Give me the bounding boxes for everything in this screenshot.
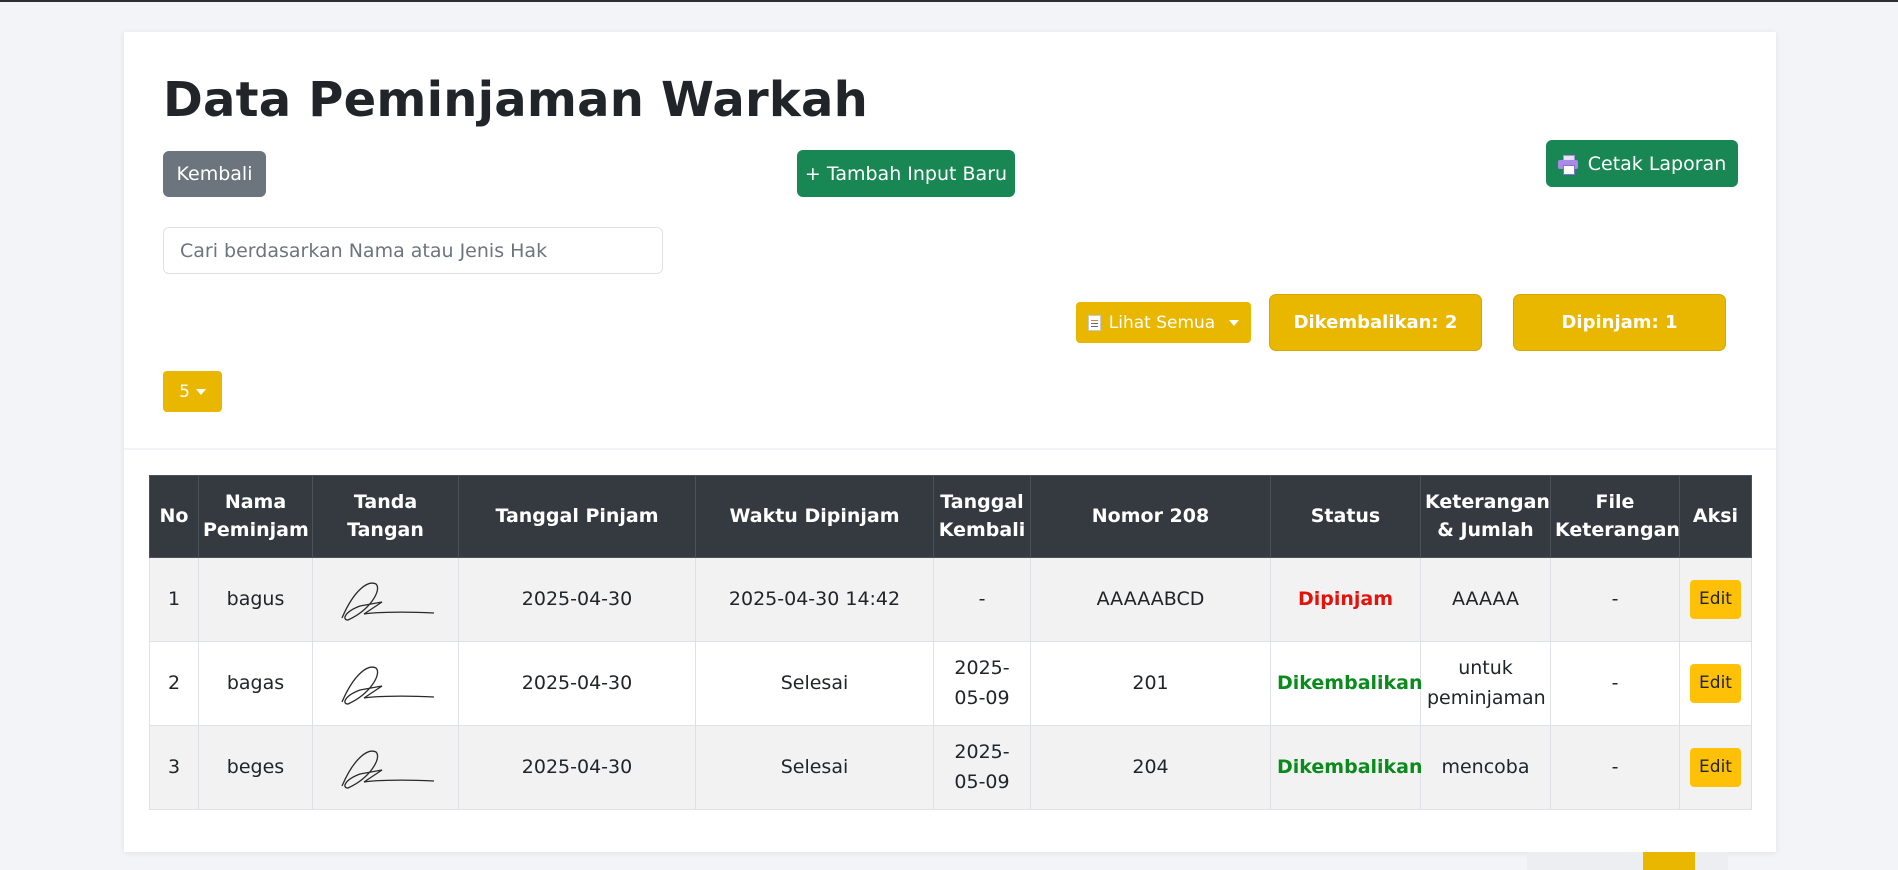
return-date: - [933, 557, 1031, 642]
row-number: 1 [149, 557, 199, 642]
notes: AAAAA [1420, 557, 1551, 642]
signature-image [340, 666, 434, 705]
add-new-button[interactable]: + Tambah Input Baru [797, 150, 1015, 197]
signature-cell [312, 641, 459, 726]
return-date: 2025-05-09 [933, 641, 1031, 726]
column-header: Aksi [1679, 475, 1752, 558]
loan-table: No Nama Peminjam Tanda Tangan Tanggal Pi… [149, 475, 1752, 810]
print-report-label: Cetak Laporan [1587, 152, 1727, 175]
caret-down-icon [1229, 319, 1240, 326]
add-new-button-label: + Tambah Input Baru [804, 162, 1008, 185]
column-header: No [149, 475, 199, 558]
action-cell: Edit [1679, 641, 1752, 726]
column-header: Tanggal Kembali [933, 475, 1031, 558]
status-badge: Dikembalikan [1277, 755, 1423, 778]
row-number: 3 [149, 725, 199, 810]
per-page-dropdown[interactable]: 5 [163, 371, 222, 412]
table-row: 1 bagus 2025-04-30 2025-04-30 14:42 - AA… [149, 557, 1752, 642]
filter-dropdown-label: Lihat Semua [1108, 312, 1216, 333]
row-number: 2 [149, 641, 199, 726]
column-header: Nama Peminjam [198, 475, 313, 558]
printer-icon [1557, 154, 1578, 175]
column-header: Waktu Dipinjam [695, 475, 934, 558]
file-notes: - [1550, 557, 1680, 642]
loan-time: Selesai [695, 725, 934, 810]
column-header: Tanda Tangan [312, 475, 459, 558]
section-divider [124, 448, 1776, 450]
table-row: 3 beges 2025-04-30 Selesai 2025-05-09 20… [149, 725, 1752, 810]
edit-button[interactable]: Edit [1690, 664, 1741, 703]
signature-image [340, 750, 434, 789]
column-header: Keterangan & Jumlah [1420, 475, 1551, 558]
file-notes: - [1550, 641, 1680, 726]
pagination-active-page[interactable] [1643, 852, 1695, 870]
pagination[interactable] [1527, 852, 1728, 870]
loan-date: 2025-04-30 [458, 641, 696, 726]
column-header: Status [1270, 475, 1421, 558]
return-date: 2025-05-09 [933, 725, 1031, 810]
document-number: 204 [1030, 725, 1271, 810]
borrowed-count-button[interactable]: Dipinjam: 1 [1513, 294, 1726, 351]
edit-button[interactable]: Edit [1690, 748, 1741, 787]
action-cell: Edit [1679, 557, 1752, 642]
back-button-label: Kembali [176, 163, 253, 185]
document-number: AAAAABCD [1030, 557, 1271, 642]
table-header-row: No Nama Peminjam Tanda Tangan Tanggal Pi… [149, 475, 1752, 558]
loan-time: 2025-04-30 14:42 [695, 557, 934, 642]
notes: mencoba [1420, 725, 1551, 810]
action-cell: Edit [1679, 725, 1752, 810]
borrower-name: bagus [198, 557, 313, 642]
status-cell: Dipinjam [1270, 557, 1421, 642]
document-icon [1087, 314, 1101, 331]
notes: untuk peminjaman [1420, 641, 1551, 726]
document-number: 201 [1030, 641, 1271, 726]
borrower-name: beges [198, 725, 313, 810]
edit-button[interactable]: Edit [1690, 580, 1741, 619]
returned-count-button[interactable]: Dikembalikan: 2 [1269, 294, 1482, 351]
status-cell: Dikembalikan [1270, 725, 1423, 810]
caret-down-icon [195, 388, 206, 395]
per-page-value: 5 [179, 381, 190, 402]
column-header: Tanggal Pinjam [458, 475, 696, 558]
loan-date: 2025-04-30 [458, 557, 696, 642]
search-input[interactable] [163, 227, 663, 274]
returned-count-label: Dikembalikan: 2 [1293, 312, 1458, 333]
table-row: 2 bagas 2025-04-30 Selesai 2025-05-09 20… [149, 641, 1752, 726]
print-report-button[interactable]: Cetak Laporan [1546, 140, 1738, 187]
page-title: Data Peminjaman Warkah [163, 72, 868, 128]
filter-dropdown[interactable]: Lihat Semua [1076, 302, 1251, 343]
status-badge: Dipinjam [1297, 587, 1394, 610]
signature-cell [312, 557, 459, 642]
loan-time: Selesai [695, 641, 934, 726]
status-badge: Dikembalikan [1277, 671, 1423, 694]
column-header: File Keterangan [1550, 475, 1680, 558]
signature-image [340, 582, 434, 621]
status-cell: Dikembalikan [1270, 641, 1423, 726]
column-header: Nomor 208 [1030, 475, 1271, 558]
borrower-name: bagas [198, 641, 313, 726]
back-button[interactable]: Kembali [163, 151, 266, 197]
top-border [0, 0, 1898, 2]
signature-cell [312, 725, 459, 810]
borrowed-count-label: Dipinjam: 1 [1561, 312, 1678, 333]
file-notes: - [1550, 725, 1680, 810]
loan-date: 2025-04-30 [458, 725, 696, 810]
